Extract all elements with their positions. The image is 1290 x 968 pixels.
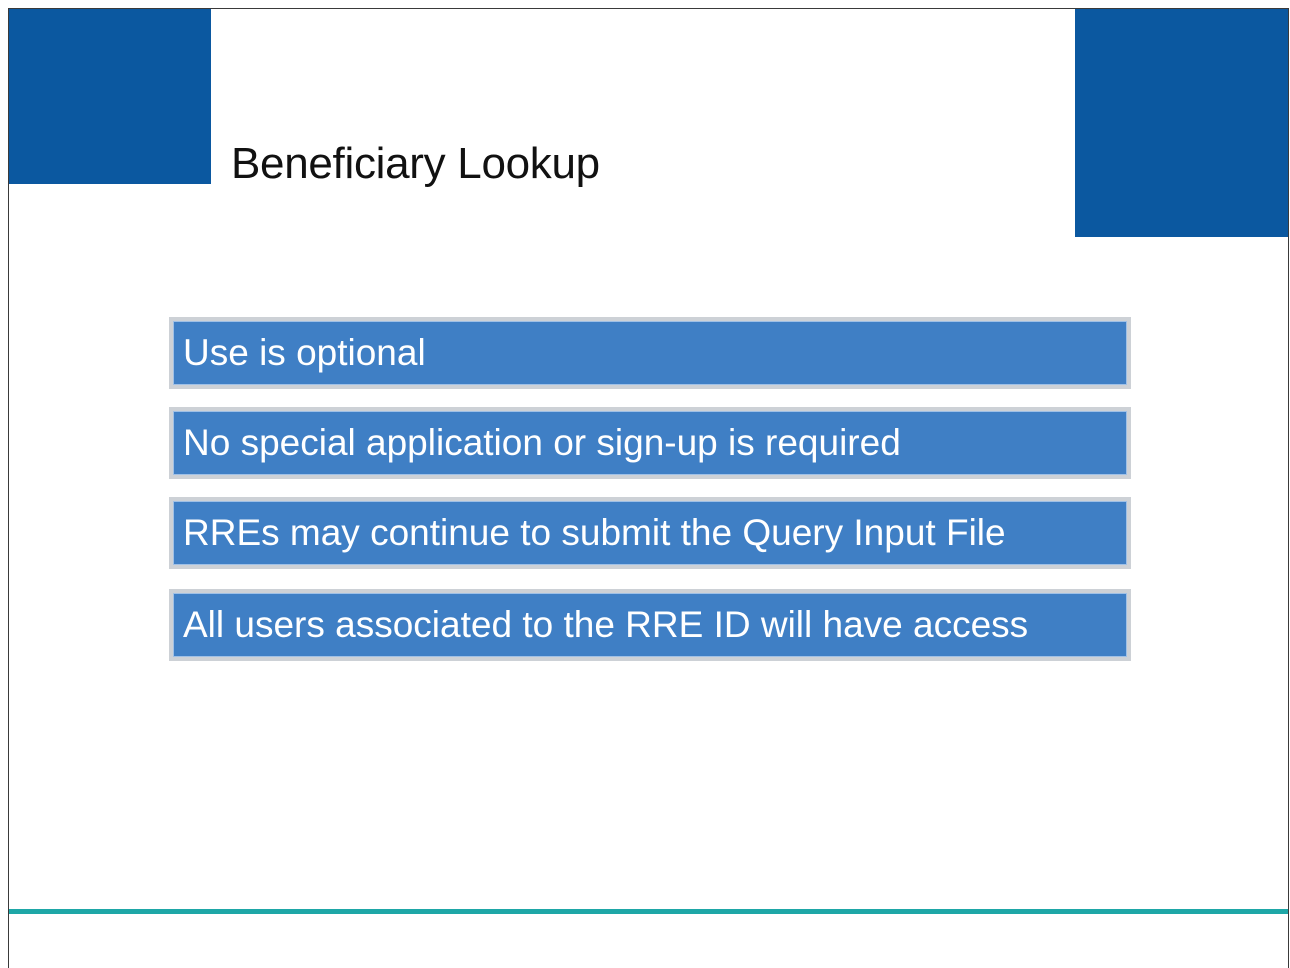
- bullet-text: No special application or sign-up is req…: [183, 422, 901, 463]
- bullet-text: Use is optional: [183, 332, 426, 373]
- corner-block-right: [1075, 9, 1288, 237]
- footer-divider: [9, 909, 1288, 914]
- bullet-box: Use is optional: [169, 317, 1131, 389]
- bullet-box: All users associated to the RRE ID will …: [169, 589, 1131, 661]
- bullet-box: No special application or sign-up is req…: [169, 407, 1131, 479]
- bullet-box: RREs may continue to submit the Query In…: [169, 497, 1131, 569]
- bullet-text: RREs may continue to submit the Query In…: [183, 512, 1006, 553]
- slide: Beneficiary Lookup Use is optional No sp…: [8, 8, 1289, 968]
- bullet-text: All users associated to the RRE ID will …: [183, 604, 1029, 645]
- corner-block-left: [9, 9, 211, 184]
- slide-title: Beneficiary Lookup: [231, 139, 600, 188]
